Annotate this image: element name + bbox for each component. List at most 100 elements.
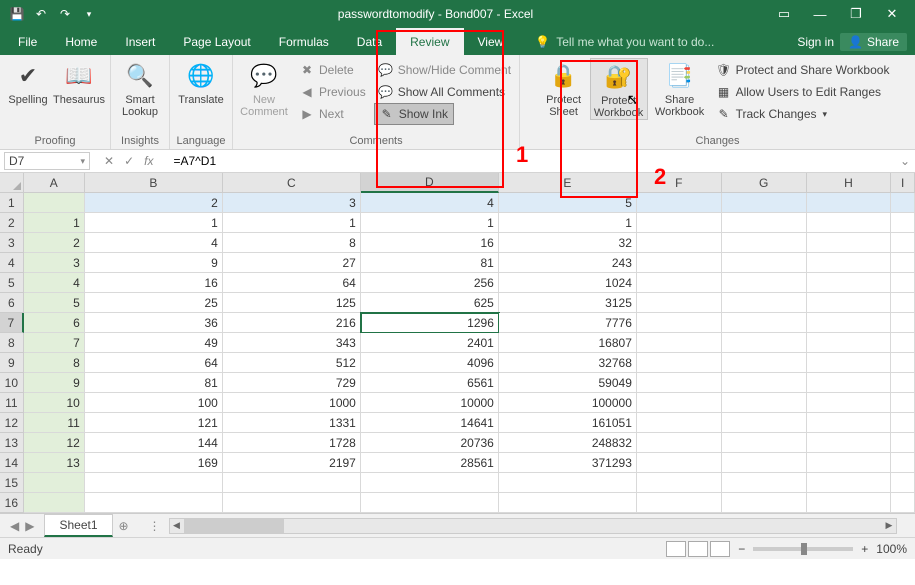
cell[interactable] (85, 473, 223, 493)
cell[interactable]: 7 (24, 333, 85, 353)
cell[interactable] (722, 253, 807, 273)
sign-in-link[interactable]: Sign in (797, 35, 834, 49)
cell[interactable]: 729 (223, 373, 361, 393)
tab-insert[interactable]: Insert (111, 28, 169, 55)
cell[interactable]: 27 (223, 253, 361, 273)
translate-button[interactable]: 🌐 Translate (176, 58, 226, 106)
cell[interactable] (637, 273, 722, 293)
cell[interactable]: 1296 (361, 313, 499, 333)
thesaurus-button[interactable]: 📖 Thesaurus (54, 58, 104, 106)
cell[interactable] (807, 413, 892, 433)
row-header[interactable]: 5 (0, 273, 24, 293)
cell[interactable] (891, 413, 915, 433)
tab-view[interactable]: View (464, 28, 518, 55)
cancel-formula-icon[interactable]: ✕ (104, 154, 114, 168)
cell[interactable]: 1 (24, 213, 85, 233)
sheet-nav-next-icon[interactable]: ▶ (25, 519, 34, 533)
name-box[interactable]: D7 ▾ (4, 152, 90, 170)
cell[interactable]: 8 (223, 233, 361, 253)
cell[interactable] (891, 253, 915, 273)
cell[interactable]: 1 (85, 213, 223, 233)
protect-workbook-button[interactable]: 🔐 Protect Workbook ↖ (590, 58, 648, 120)
enter-formula-icon[interactable]: ✓ (124, 154, 134, 168)
scrollbar-thumb[interactable] (184, 519, 284, 533)
tab-data[interactable]: Data (343, 28, 396, 55)
cell[interactable] (637, 393, 722, 413)
cell[interactable]: 4096 (361, 353, 499, 373)
cell[interactable]: 1000 (223, 393, 361, 413)
cell[interactable] (637, 473, 722, 493)
cell[interactable]: 59049 (499, 373, 637, 393)
cell[interactable] (361, 493, 499, 513)
row-header[interactable]: 2 (0, 213, 24, 233)
track-changes-button[interactable]: ✎ Track Changes ▾ (712, 103, 831, 125)
tab-file[interactable]: File (4, 28, 51, 55)
cell[interactable] (891, 373, 915, 393)
cell[interactable] (891, 213, 915, 233)
cell[interactable]: 7776 (499, 313, 637, 333)
cell[interactable]: 1728 (223, 433, 361, 453)
row-header[interactable]: 16 (0, 493, 24, 513)
cell[interactable]: 371293 (499, 453, 637, 473)
cell[interactable]: 512 (223, 353, 361, 373)
row-header[interactable]: 8 (0, 333, 24, 353)
cell[interactable] (891, 313, 915, 333)
redo-icon[interactable]: ↷ (54, 3, 76, 25)
cell[interactable] (807, 233, 892, 253)
cell[interactable] (24, 473, 85, 493)
cell[interactable] (722, 373, 807, 393)
cell[interactable] (807, 293, 892, 313)
zoom-slider-thumb[interactable] (801, 543, 807, 555)
cell[interactable]: 169 (85, 453, 223, 473)
cell[interactable] (24, 493, 85, 513)
share-workbook-button[interactable]: 📑 Share Workbook (652, 58, 708, 118)
row-header[interactable]: 4 (0, 253, 24, 273)
cell[interactable] (807, 393, 892, 413)
cell[interactable]: 3125 (499, 293, 637, 313)
row-header[interactable]: 7 (0, 313, 24, 333)
cell[interactable] (637, 373, 722, 393)
row-header[interactable]: 3 (0, 233, 24, 253)
cell[interactable]: 12 (24, 433, 85, 453)
row-header[interactable]: 6 (0, 293, 24, 313)
cell[interactable] (891, 333, 915, 353)
cell[interactable]: 144 (85, 433, 223, 453)
column-header[interactable]: C (223, 173, 361, 193)
select-all-corner[interactable] (0, 173, 24, 193)
column-header[interactable]: I (891, 173, 915, 193)
cell[interactable]: 248832 (499, 433, 637, 453)
cell[interactable] (891, 493, 915, 513)
cell[interactable]: 81 (361, 253, 499, 273)
chevron-down-icon[interactable]: ▾ (80, 156, 85, 167)
cell[interactable]: 16 (85, 273, 223, 293)
cell[interactable]: 10000 (361, 393, 499, 413)
zoom-slider[interactable] (753, 547, 853, 551)
protect-share-workbook-button[interactable]: 🛡 Protect and Share Workbook (712, 59, 894, 81)
zoom-in-icon[interactable]: + (861, 542, 868, 556)
cell[interactable]: 13 (24, 453, 85, 473)
cell[interactable] (722, 453, 807, 473)
cell[interactable] (807, 333, 892, 353)
cell[interactable]: 1 (499, 213, 637, 233)
tab-split-icon[interactable]: ⋮ (149, 519, 161, 533)
cell[interactable] (637, 313, 722, 333)
cell[interactable]: 6561 (361, 373, 499, 393)
cell[interactable]: 5 (24, 293, 85, 313)
column-header[interactable]: B (85, 173, 223, 193)
cell[interactable]: 1 (361, 213, 499, 233)
cell[interactable] (637, 413, 722, 433)
cell[interactable] (85, 493, 223, 513)
row-header[interactable]: 12 (0, 413, 24, 433)
fx-icon[interactable]: fx (144, 154, 159, 168)
cell[interactable]: 2 (24, 233, 85, 253)
row-header[interactable]: 15 (0, 473, 24, 493)
normal-view-icon[interactable] (666, 541, 686, 557)
sheet-nav-prev-icon[interactable]: ◀ (10, 519, 19, 533)
zoom-level[interactable]: 100% (876, 542, 907, 556)
cell[interactable] (722, 413, 807, 433)
cell[interactable] (722, 313, 807, 333)
page-layout-view-icon[interactable] (688, 541, 708, 557)
row-header[interactable]: 1 (0, 193, 24, 213)
cell[interactable] (807, 453, 892, 473)
cell[interactable]: 25 (85, 293, 223, 313)
